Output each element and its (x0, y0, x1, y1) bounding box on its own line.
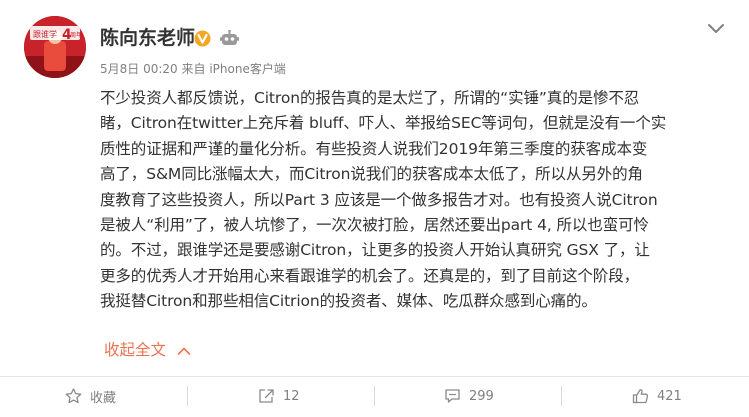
action-separator (561, 386, 562, 406)
post-date[interactable]: 5月8日 00:20 (100, 62, 178, 76)
post-text-line: 我挺替Citron和那些相信Citrion的投资者、媒体、吃瓜群众感到心痛的。 (100, 292, 597, 311)
action-bar-divider (0, 376, 749, 377)
post-text-line: 睹，Citron在twitter上充斥着 bluff、吓人、举报给SEC等词句，… (100, 114, 667, 133)
post-text-line: 质性的证据和严谨的量化分析。有些投资人说我们2019年第三季度的获客成本变 (100, 139, 648, 158)
post-text-line: 高了，S&M同比涨幅太大，而Citron说我们的获客成本太低了，所以从另外的角 (100, 165, 643, 184)
favorite-button[interactable]: 收藏 (65, 380, 116, 412)
avatar[interactable]: 跟谁学 4 周年 (24, 16, 86, 78)
author-name[interactable]: 陈向东老师 (100, 26, 195, 50)
repost-count: 12 (283, 388, 300, 404)
favorite-label: 收藏 (90, 390, 117, 406)
thumbs-up-icon (632, 389, 649, 404)
chevron-down-icon[interactable] (707, 22, 725, 36)
action-separator (187, 386, 188, 406)
comment-icon (445, 389, 460, 403)
post-text-line: 的。不过，跟谁学还是要感谢Citron，让更多的投资人开始认真研究 GSX 了，… (100, 241, 650, 260)
post-meta: 5月8日 00:20 来自 iPhone客户端 (100, 60, 286, 77)
post-text-line: 度教育了这些投资人，所以Part 3 应该是一个做多报告才对。也有投资人说Cit… (100, 190, 658, 209)
action-separator (374, 386, 375, 406)
chevron-up-icon (177, 347, 191, 355)
post-text-line: 不少投资人都反馈说，Citron的报告真的是太烂了，所谓的“实锤”真的是惨不忍 (100, 89, 640, 107)
like-count: 421 (657, 388, 682, 404)
avatar-brand-text: 跟谁学 (33, 29, 57, 39)
verified-badge-icon (194, 30, 211, 47)
post-text-line: 是被人“利用”了，被人坑惨了，一次次被打脸，居然还要出part 4, 所以也蛮可… (100, 216, 649, 235)
star-icon (65, 388, 82, 404)
collapse-text-link[interactable]: 收起全文 (104, 339, 191, 361)
repost-button[interactable]: 12 (258, 380, 300, 412)
share-icon (259, 389, 274, 403)
avatar-anniversary-text: 周年 (70, 31, 82, 39)
like-button[interactable]: 421 (632, 380, 682, 412)
post-text-line: 更多的优秀人才开始用心来看跟谁学的机会了。还真是的，到了目前这个阶段， (100, 266, 640, 285)
post-source: 来自 iPhone客户端 (181, 62, 286, 76)
comment-button[interactable]: 299 (444, 380, 494, 412)
collapse-label: 收起全文 (104, 341, 167, 359)
comment-count: 299 (469, 388, 494, 404)
post-content: 不少投资人都反馈说，Citron的报告真的是太烂了，所谓的“实锤”真的是惨不忍 … (100, 86, 730, 315)
member-robot-icon[interactable] (220, 30, 239, 47)
